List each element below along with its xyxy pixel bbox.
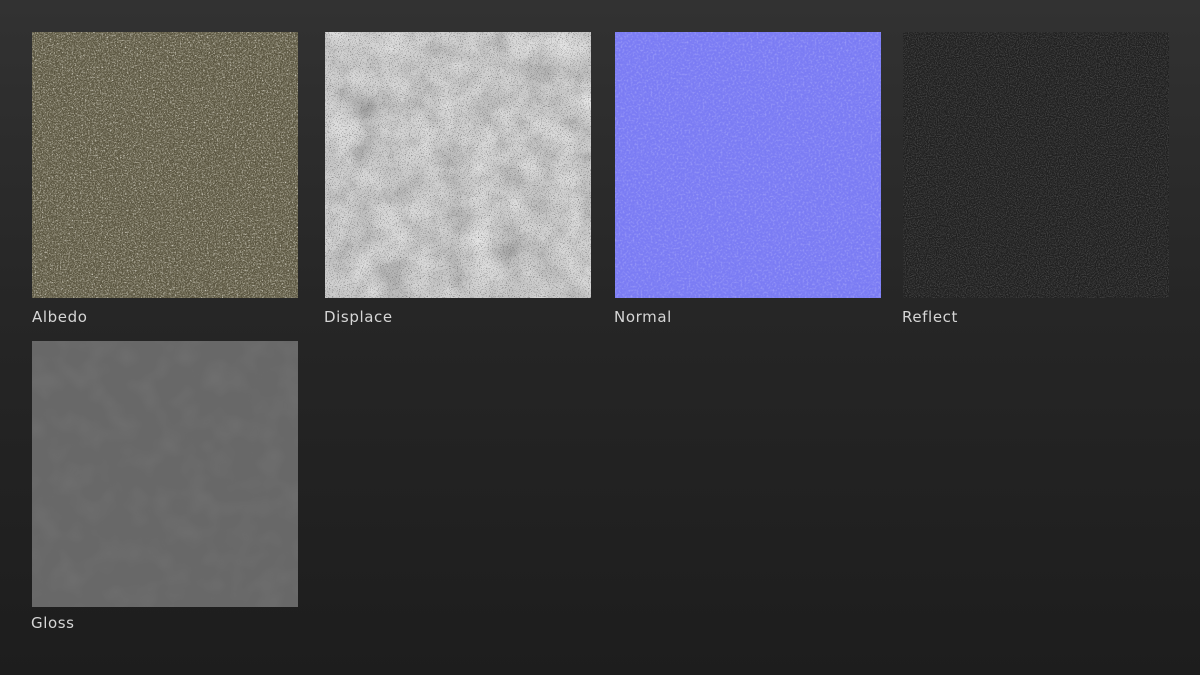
reflect-map-thumbnail[interactable] bbox=[903, 32, 1169, 298]
reflect-texture-image bbox=[903, 32, 1169, 298]
gloss-label: Gloss bbox=[31, 614, 75, 632]
gloss-map-thumbnail[interactable] bbox=[32, 341, 298, 607]
albedo-map-thumbnail[interactable] bbox=[32, 32, 298, 298]
albedo-label: Albedo bbox=[32, 308, 88, 326]
albedo-texture-image bbox=[32, 32, 298, 298]
normal-label: Normal bbox=[614, 308, 672, 326]
normal-texture-image bbox=[615, 32, 881, 298]
displace-texture-image bbox=[325, 32, 591, 298]
displace-map-thumbnail[interactable] bbox=[325, 32, 591, 298]
reflect-label: Reflect bbox=[902, 308, 958, 326]
normal-map-thumbnail[interactable] bbox=[615, 32, 881, 298]
gloss-texture-image bbox=[32, 341, 298, 607]
displace-label: Displace bbox=[324, 308, 393, 326]
